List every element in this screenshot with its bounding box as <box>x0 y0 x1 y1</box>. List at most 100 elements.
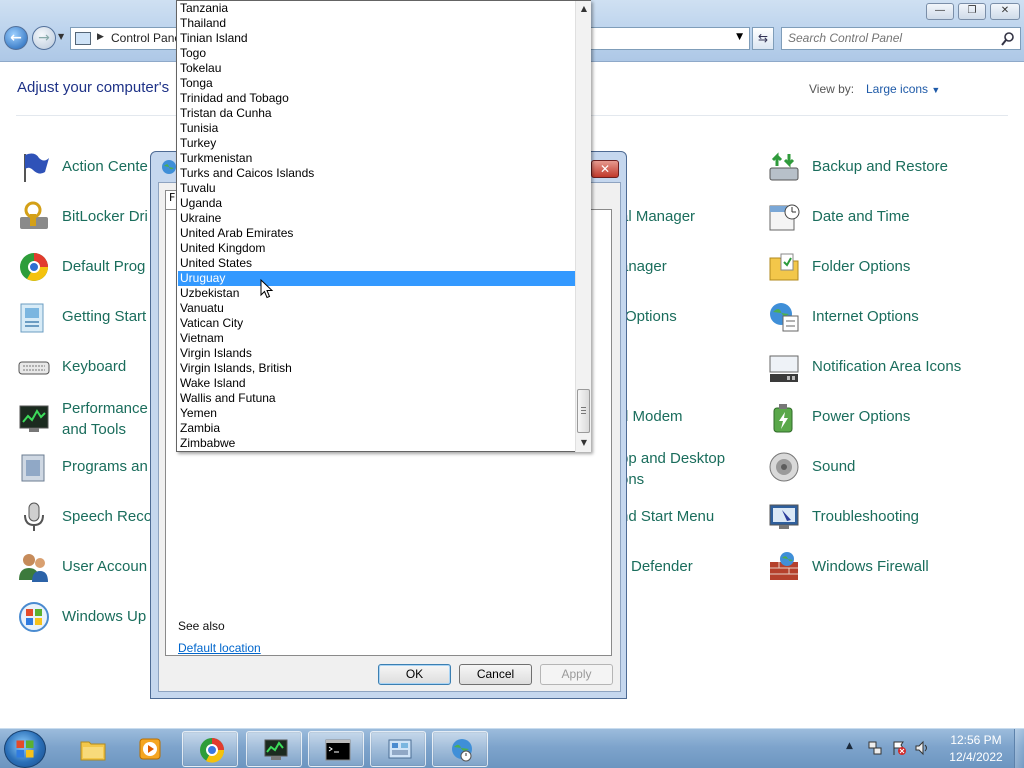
country-option[interactable]: Tanzania <box>178 1 575 16</box>
country-option[interactable]: Tokelau <box>178 61 575 76</box>
start-button[interactable] <box>4 730 46 768</box>
country-option[interactable]: Ukraine <box>178 211 575 226</box>
performance-link[interactable]: Performance and Tools <box>17 398 152 440</box>
show-hidden-icons-icon[interactable]: ▲ <box>846 741 853 751</box>
windows-defender-link[interactable]: Defender <box>620 550 760 586</box>
network-icon[interactable] <box>867 740 883 756</box>
country-option[interactable]: Turkmenistan <box>178 151 575 166</box>
country-option[interactable]: Togo <box>178 46 575 61</box>
phone-and-modem-link[interactable]: d Modem <box>620 400 760 436</box>
apply-button[interactable]: Apply <box>540 664 613 685</box>
clock-time[interactable]: 12:56 PM <box>946 733 1006 747</box>
country-option[interactable]: Turks and Caicos Islands <box>178 166 575 181</box>
country-option[interactable]: United Kingdom <box>178 241 575 256</box>
keyboard-link[interactable]: Keyboard <box>17 350 152 386</box>
country-option[interactable]: Wake Island <box>178 376 575 391</box>
refresh-button[interactable]: ⇆ <box>752 27 774 50</box>
credential-manager-link[interactable]: al Manager <box>620 200 760 236</box>
default-programs-link[interactable]: Default Prog <box>17 250 152 286</box>
user-accounts-link[interactable]: User Accoun <box>17 550 152 586</box>
search-icon[interactable] <box>1000 31 1016 47</box>
country-option[interactable]: Virgin Islands, British <box>178 361 575 376</box>
item-label: Internet Options <box>812 308 919 325</box>
minimize-button[interactable]: ― <box>926 3 954 20</box>
taskbar-windows-explorer[interactable] <box>64 731 120 767</box>
country-option[interactable]: Uganda <box>178 196 575 211</box>
notification-area-icons-link[interactable]: Notification Area Icons <box>767 350 997 386</box>
getting-started-link[interactable]: Getting Start <box>17 300 152 336</box>
country-option[interactable]: Vanuatu <box>178 301 575 316</box>
country-option[interactable]: Virgin Islands <box>178 346 575 361</box>
view-by-value: Large icons <box>866 82 929 96</box>
country-option[interactable]: Tristan da Cunha <box>178 106 575 121</box>
view-by-dropdown[interactable]: Large icons ▼ <box>866 82 940 96</box>
taskbar-command-prompt[interactable] <box>308 731 364 767</box>
taskbar-chrome[interactable] <box>182 731 238 767</box>
recent-pages-chevron-icon[interactable]: ▼ <box>58 32 64 41</box>
action-center-flag-icon[interactable] <box>891 740 907 756</box>
speech-recognition-link[interactable]: Speech Reco <box>17 500 152 536</box>
dialog-close-button[interactable]: ✕ <box>591 160 619 178</box>
breadcrumb[interactable]: Control Panel <box>111 31 184 45</box>
country-option[interactable]: Zambia <box>178 421 575 436</box>
volume-icon[interactable] <box>914 740 930 756</box>
bitlocker-link[interactable]: BitLocker Dri <box>17 200 152 236</box>
search-box[interactable] <box>781 27 1021 50</box>
country-option[interactable]: Tonga <box>178 76 575 91</box>
windows-update-link[interactable]: Windows Up <box>17 600 152 636</box>
country-option[interactable]: Thailand <box>178 16 575 31</box>
country-option[interactable]: Tuvalu <box>178 181 575 196</box>
sound-link[interactable]: Sound <box>767 450 997 486</box>
show-desktop-button[interactable] <box>1014 729 1024 768</box>
taskbar-start-menu-link[interactable]: nd Start Menu <box>620 500 760 536</box>
country-option[interactable]: Vietnam <box>178 331 575 346</box>
search-input[interactable] <box>788 31 988 45</box>
scroll-up-arrow-icon[interactable]: ▲ <box>576 1 592 17</box>
cancel-button[interactable]: Cancel <box>459 664 532 685</box>
troubleshooting-link[interactable]: Troubleshooting <box>767 500 997 536</box>
country-option[interactable]: Turkey <box>178 136 575 151</box>
country-option[interactable]: Uzbekistan <box>178 286 575 301</box>
country-option[interactable]: Wallis and Futuna <box>178 391 575 406</box>
item-label: pp and Desktop <box>620 450 726 467</box>
country-option[interactable]: United Arab Emirates <box>178 226 575 241</box>
country-option[interactable]: Yemen <box>178 406 575 421</box>
default-location-link[interactable]: Default location <box>178 641 261 655</box>
close-button[interactable]: ✕ <box>990 3 1020 20</box>
ok-button[interactable]: OK <box>378 664 451 685</box>
folder-options-link[interactable]: Folder Options <box>767 250 997 286</box>
date-time-link[interactable]: Date and Time <box>767 200 997 236</box>
country-option[interactable]: Vatican City <box>178 316 575 331</box>
taskbar-control-panel[interactable] <box>370 731 426 767</box>
backup-restore-link[interactable]: Backup and Restore <box>767 150 997 186</box>
taskbar-media-player[interactable] <box>122 731 178 767</box>
taskbar-region-dialog[interactable] <box>432 731 488 767</box>
maximize-button[interactable]: ❐ <box>958 3 986 20</box>
indexing-options-link[interactable]: Options <box>620 300 760 336</box>
speaker-icon <box>769 452 799 482</box>
default-programs-icon <box>20 253 48 281</box>
action-center-link[interactable]: Action Cente <box>17 150 152 186</box>
forward-button[interactable]: → <box>32 26 56 50</box>
device-manager-link[interactable]: anager <box>620 250 760 286</box>
country-option[interactable]: Tinian Island <box>178 31 575 46</box>
windows-firewall-link[interactable]: Windows Firewall <box>767 550 997 586</box>
breadcrumb-arrow-icon[interactable]: ▶ <box>97 32 104 42</box>
clock-date[interactable]: 12/4/2022 <box>946 750 1006 764</box>
back-button[interactable]: ← <box>4 26 28 50</box>
taskbar-system-monitor[interactable] <box>246 731 302 767</box>
programs-link[interactable]: Programs an <box>17 450 152 486</box>
country-option[interactable]: Trinidad and Tobago <box>178 91 575 106</box>
scroll-thumb[interactable] <box>577 389 590 433</box>
country-option[interactable]: Tunisia <box>178 121 575 136</box>
country-option[interactable]: Zimbabwe <box>178 436 575 451</box>
scrollbar[interactable]: ▲ ▼ <box>575 1 591 452</box>
address-dropdown-icon[interactable]: ▼ <box>736 32 743 42</box>
country-option[interactable]: United States <box>178 256 575 271</box>
internet-options-link[interactable]: Internet Options <box>767 300 997 336</box>
remoteapp-link[interactable]: pp and Desktop ons <box>620 448 760 490</box>
location-dropdown-list[interactable]: Tanzania Thailand Tinian Island Togo Tokelau… <box>176 0 591 452</box>
scroll-down-arrow-icon[interactable]: ▼ <box>576 435 592 451</box>
country-option[interactable]: Uruguay <box>178 271 575 286</box>
power-options-link[interactable]: Power Options <box>767 400 997 436</box>
